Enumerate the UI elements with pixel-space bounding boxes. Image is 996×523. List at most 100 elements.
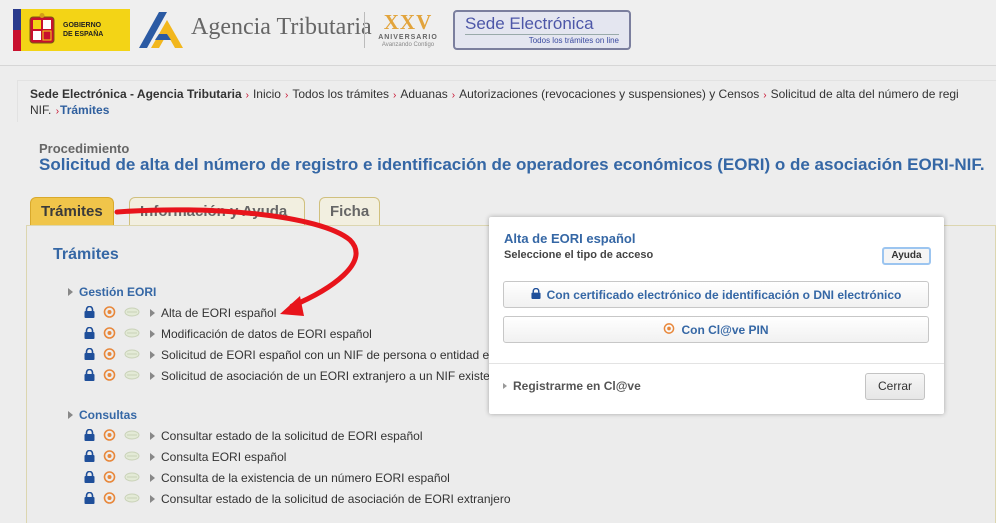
tramite-link[interactable]: Modificación de datos de EORI español — [161, 327, 372, 341]
tramite-link[interactable]: Consulta EORI español — [161, 450, 286, 464]
clave-icon[interactable] — [103, 470, 116, 486]
register-clave-link[interactable]: Registrarme en Cl@ve — [503, 379, 641, 393]
clave-pin-button[interactable]: Con Cl@ve PIN — [503, 316, 929, 343]
tramite-link[interactable]: Solicitud de EORI español con un NIF de … — [161, 348, 495, 362]
sede-electronica-logo[interactable]: Sede Electrónica Todos los trámites on l… — [453, 10, 631, 50]
clave-icon[interactable] — [103, 368, 116, 384]
certificate-icon — [124, 492, 140, 507]
gobierno-line2: DE ESPAÑA — [63, 31, 104, 38]
sede-title: Sede Electrónica — [465, 14, 594, 33]
clave-icon[interactable] — [103, 449, 116, 465]
breadcrumb-root[interactable]: Sede Electrónica - Agencia Tributaria — [30, 87, 242, 101]
section-gestion-eori[interactable]: Gestión EORI — [68, 285, 156, 299]
chevron-right-icon — [150, 309, 155, 317]
page-title: Solicitud de alta del número de registro… — [39, 155, 985, 174]
access-type-dialog: Alta de EORI español Seleccione el tipo … — [489, 217, 944, 414]
dialog-title: Alta de EORI español — [504, 231, 636, 246]
tab-tramites[interactable]: Trámites — [30, 197, 114, 226]
clave-icon[interactable] — [103, 326, 116, 342]
gobierno-line1: GOBIERNO — [63, 22, 102, 29]
breadcrumb-current: Trámites — [60, 103, 110, 117]
chevron-right-icon: › — [763, 90, 767, 101]
aeat-logo-icon[interactable] — [137, 10, 185, 50]
lock-icon[interactable] — [84, 347, 95, 363]
chevron-right-icon — [503, 383, 507, 389]
certificate-icon — [124, 306, 140, 321]
list-item[interactable]: Alta de EORI español — [84, 305, 276, 321]
list-item[interactable]: Consultar estado de la solicitud de EORI… — [84, 428, 423, 444]
lock-icon[interactable] — [84, 491, 95, 507]
list-item[interactable]: Consulta de la existencia de un número E… — [84, 470, 450, 486]
header-divider — [364, 12, 365, 48]
anniversary-number: XXV — [383, 10, 433, 34]
list-item[interactable]: Solicitud de asociación de un EORI extra… — [84, 368, 497, 384]
agency-name[interactable]: Agencia Tributaria — [191, 14, 372, 41]
flag-stripe — [13, 9, 21, 51]
anniversary-label: ANIVERSARIO — [378, 34, 438, 41]
tramite-link[interactable]: Consulta de la existencia de un número E… — [161, 471, 450, 485]
clave-icon[interactable] — [103, 347, 116, 363]
list-item[interactable]: Consultar estado de la solicitud de asoc… — [84, 491, 511, 507]
dialog-subtitle: Seleccione el tipo de acceso — [504, 249, 654, 261]
gobierno-logo[interactable]: GOBIERNO DE ESPAÑA — [13, 9, 130, 51]
sede-subtitle: Todos los trámites on line — [465, 34, 619, 46]
breadcrumb: Sede Electrónica - Agencia Tributaria › In… — [17, 80, 996, 122]
breadcrumb-item[interactable]: Inicio — [253, 87, 281, 101]
certificate-access-label: Con certificado electrónico de identific… — [546, 287, 902, 302]
tramite-link[interactable]: Consultar estado de la solicitud de asoc… — [161, 492, 511, 506]
lock-icon — [531, 287, 541, 302]
clave-icon[interactable] — [103, 428, 116, 444]
list-item[interactable]: Consulta EORI español — [84, 449, 286, 465]
chevron-right-icon — [150, 453, 155, 461]
lock-icon[interactable] — [84, 305, 95, 321]
chevron-right-icon: › — [55, 106, 60, 117]
chevron-right-icon: › — [245, 90, 249, 101]
chevron-right-icon — [150, 432, 155, 440]
chevron-right-icon — [150, 351, 155, 359]
panel-heading: Trámites — [53, 246, 119, 263]
breadcrumb-item[interactable]: Solicitud de alta del número de regi — [771, 87, 959, 101]
chevron-right-icon — [68, 411, 73, 419]
site-header: GOBIERNO DE ESPAÑA Agencia Tributaria XX… — [0, 0, 996, 66]
help-button[interactable]: Ayuda — [882, 247, 931, 265]
list-item[interactable]: Modificación de datos de EORI español — [84, 326, 372, 342]
breadcrumb-item[interactable]: Autorizaciones (revocaciones y suspensio… — [459, 87, 759, 101]
tramite-link[interactable]: Solicitud de asociación de un EORI extra… — [161, 369, 497, 383]
clave-icon[interactable] — [103, 491, 116, 507]
tab-ficha[interactable]: Ficha — [319, 197, 381, 226]
lock-icon[interactable] — [84, 368, 95, 384]
breadcrumb-item[interactable]: Todos los trámites — [292, 87, 389, 101]
lock-icon[interactable] — [84, 428, 95, 444]
close-button[interactable]: Cerrar — [865, 373, 925, 400]
breadcrumb-item[interactable]: Aduanas — [400, 87, 447, 101]
chevron-right-icon — [150, 474, 155, 482]
chevron-right-icon: › — [284, 90, 289, 101]
lock-icon[interactable] — [84, 470, 95, 486]
tramite-link[interactable]: Alta de EORI español — [161, 306, 276, 320]
certificate-icon — [124, 327, 140, 342]
register-clave-label: Registrarme en Cl@ve — [513, 379, 641, 393]
gobierno-text: GOBIERNO DE ESPAÑA — [63, 21, 103, 39]
tab-informacion-ayuda[interactable]: Información y Ayuda — [129, 197, 305, 226]
lock-icon[interactable] — [84, 449, 95, 465]
anniversary-tagline: Avanzando Contigo — [381, 42, 435, 48]
escudo-icon — [27, 13, 57, 47]
chevron-right-icon — [150, 495, 155, 503]
certificate-icon — [124, 450, 140, 465]
certificate-access-button[interactable]: Con certificado electrónico de identific… — [503, 281, 929, 308]
breadcrumb-continuation[interactable]: NIF. — [30, 103, 51, 117]
certificate-icon — [124, 429, 140, 444]
section-consultas[interactable]: Consultas — [68, 408, 137, 422]
chevron-right-icon — [68, 288, 73, 296]
tramite-link[interactable]: Consultar estado de la solicitud de EORI… — [161, 429, 423, 443]
list-item[interactable]: Solicitud de EORI español con un NIF de … — [84, 347, 495, 363]
clave-icon[interactable] — [103, 305, 116, 321]
clave-pin-label: Con Cl@ve PIN — [681, 322, 769, 337]
chevron-right-icon — [150, 330, 155, 338]
chevron-right-icon — [150, 372, 155, 380]
certificate-icon — [124, 348, 140, 363]
procedure-label: Procedimiento — [39, 141, 130, 156]
section-title: Gestión EORI — [79, 285, 157, 299]
lock-icon[interactable] — [84, 326, 95, 342]
dialog-divider — [489, 363, 944, 364]
